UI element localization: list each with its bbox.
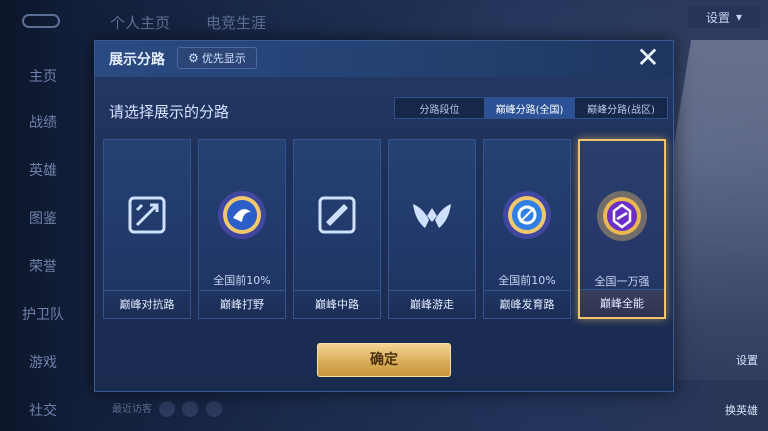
change-hero-button[interactable]: 换英雄	[725, 402, 758, 418]
card-rank: 全国前10%	[498, 274, 556, 287]
sidebar-item-home[interactable]: 主页	[0, 66, 86, 86]
recent-visitors: 最近访客	[112, 400, 222, 417]
recent-visitors-label: 最近访客	[112, 404, 152, 415]
sidebar-item-games[interactable]: 游戏	[0, 352, 86, 372]
sidebar-item-honor[interactable]: 荣誉	[0, 256, 86, 276]
tab-esports-career[interactable]: 电竞生涯	[206, 12, 266, 33]
display-lane-dialog: 展示分路 ⚙ 优先显示 ✕ 请选择展示的分路 分路段位 巅峰分路(全国) 巅峰分…	[94, 40, 674, 392]
tab-peak-lane-region[interactable]: 巅峰分路(战区)	[575, 98, 667, 118]
dialog-header: 展示分路 ⚙ 优先显示 ✕	[95, 41, 673, 77]
card-rank: 全国前10%	[213, 274, 271, 287]
confirm-button[interactable]: 确定	[317, 343, 451, 377]
lane-card-jungle[interactable]: 全国前10% 巅峰打野	[198, 139, 286, 319]
settings-button[interactable]: 设置 ▾	[688, 6, 760, 28]
lane-cards: 巅峰对抗路 全国前10% 巅峰打野 巅峰中路 巅峰游走 全国前10% 巅峰发育路…	[103, 139, 667, 319]
roam-icon	[413, 204, 451, 228]
mid-lane-icon	[318, 196, 356, 234]
right-settings-button[interactable]: 设置	[736, 352, 758, 368]
lane-card-farm[interactable]: 全国前10% 巅峰发育路	[483, 139, 571, 319]
gear-icon: ⚙	[188, 51, 199, 65]
priority-display-label: 优先显示	[201, 52, 246, 65]
dialog-title: 展示分路	[109, 52, 165, 68]
lane-card-all-round[interactable]: 全国一万强 巅峰全能	[578, 139, 666, 319]
sidebar-item-record[interactable]: 战绩	[0, 112, 86, 132]
sidebar-item-heroes[interactable]: 英雄	[0, 160, 86, 180]
clash-lane-icon	[128, 196, 166, 234]
card-label: 巅峰游走	[389, 290, 475, 318]
tab-peak-lane-national[interactable]: 巅峰分路(全国)	[485, 98, 575, 118]
chevron-down-icon: ▾	[735, 10, 743, 24]
card-label: 巅峰打野	[199, 290, 285, 318]
sidebar-item-guard-team[interactable]: 护卫队	[0, 304, 86, 324]
card-rank: 全国一万强	[594, 275, 650, 288]
lane-card-roam[interactable]: 巅峰游走	[388, 139, 476, 319]
close-icon[interactable]: ✕	[635, 44, 661, 72]
dialog-subtitle: 请选择展示的分路	[109, 103, 230, 121]
sidebar: 主页 战绩 英雄 图鉴 荣誉 护卫队 游戏 社交	[0, 0, 86, 431]
settings-label: 设置	[705, 10, 730, 25]
priority-display-button[interactable]: ⚙ 优先显示	[177, 47, 257, 69]
lane-type-tabs: 分路段位 巅峰分路(全国) 巅峰分路(战区)	[394, 97, 668, 119]
sidebar-item-codex[interactable]: 图鉴	[0, 208, 86, 228]
card-label: 巅峰中路	[294, 290, 380, 318]
jungle-badge-icon	[218, 191, 266, 239]
farm-lane-badge-icon	[503, 191, 551, 239]
lane-card-mid[interactable]: 巅峰中路	[293, 139, 381, 319]
lane-card-clash[interactable]: 巅峰对抗路	[103, 139, 191, 319]
card-label: 巅峰全能	[580, 289, 664, 317]
all-round-badge-icon	[597, 191, 647, 241]
tab-profile[interactable]: 个人主页	[110, 12, 170, 33]
tab-lane-rank[interactable]: 分路段位	[395, 98, 485, 118]
back-arrow-icon[interactable]	[22, 14, 60, 28]
visitor-avatar[interactable]	[159, 401, 176, 417]
card-label: 巅峰发育路	[484, 290, 570, 318]
visitor-avatar[interactable]	[205, 401, 222, 417]
card-label: 巅峰对抗路	[104, 290, 190, 318]
sidebar-item-social[interactable]: 社交	[0, 400, 86, 420]
visitor-avatar[interactable]	[182, 401, 199, 417]
